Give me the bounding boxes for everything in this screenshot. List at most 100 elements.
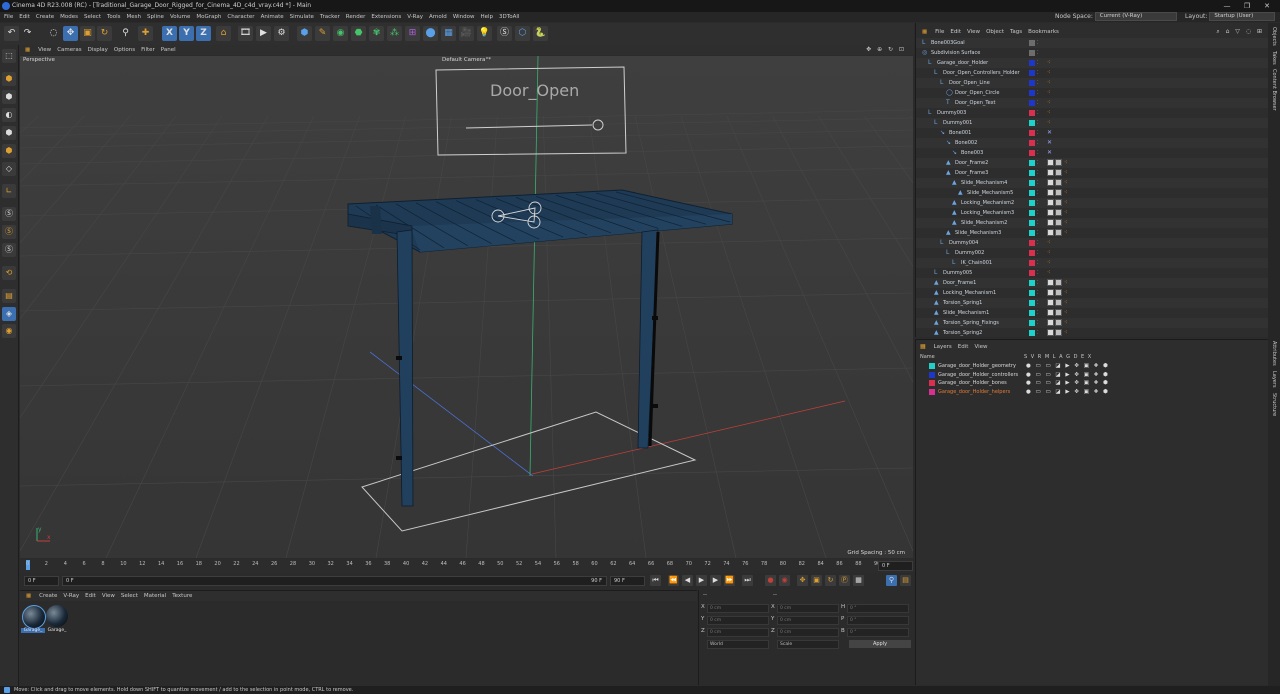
model-mode-icon[interactable]: ⬢ [2, 72, 16, 86]
layer-color-swatch[interactable] [1029, 70, 1035, 76]
cloner-icon[interactable]: ✾ [369, 26, 384, 41]
layer-row[interactable]: Garage_door_Holder_controllers ● ▭ ▭ ◪ ▶ … [916, 371, 1268, 379]
workplane-icon[interactable]: ◐ [2, 108, 16, 122]
layer-flag-icons[interactable]: ● ▭ ▭ ◪ ▶ ✥ ▣ ✚ ⬢ [1026, 379, 1109, 387]
display-tag-icon[interactable]: ⁖ [1047, 120, 1052, 126]
layer-color-swatch[interactable] [1029, 260, 1035, 266]
vray-tag-icon[interactable]: ⁖ [1064, 180, 1069, 186]
layer-color-swatch[interactable] [1029, 220, 1035, 226]
python-icon[interactable]: 🐍 [533, 26, 548, 41]
viewport-menu-cameras[interactable]: Cameras [57, 45, 81, 55]
locked-workplane-icon[interactable]: ⟲ [2, 266, 16, 280]
visibility-dots-icon[interactable]: ⁚ [1037, 48, 1039, 58]
menu-modes[interactable]: Modes [60, 12, 78, 22]
vray-tag-icon[interactable]: ⁖ [1064, 220, 1069, 226]
render-view-icon[interactable]: 🎞 [238, 26, 253, 41]
viewport-menu-options[interactable]: Options [114, 45, 135, 55]
render-settings-icon[interactable]: ⚙ [274, 26, 289, 41]
object-menu-file[interactable]: File [935, 27, 944, 37]
viewport-menu-view[interactable]: View [38, 45, 51, 55]
layer-color-swatch[interactable] [1029, 150, 1035, 156]
texture-tag-icon[interactable] [1055, 309, 1062, 316]
texture-tag-icon[interactable] [1055, 169, 1062, 176]
layer-color-swatch[interactable] [1029, 310, 1035, 316]
object-menu-view[interactable]: View [967, 27, 980, 37]
visibility-dots-icon[interactable]: ⁚ [1037, 188, 1039, 198]
axis-mode-icon[interactable]: ∟ [2, 184, 16, 198]
display-tag-icon[interactable]: ⁖ [1047, 70, 1052, 76]
field-icon[interactable]: ⬤ [423, 26, 438, 41]
object-row[interactable]: L Dummy005 ⁚ ⁖ [916, 268, 1268, 278]
texture-tag-icon[interactable] [1055, 299, 1062, 306]
layer-color-swatch[interactable] [1029, 320, 1035, 326]
object-row[interactable]: ▲ Door_Frame2 ⁚ ⁖ [916, 158, 1268, 168]
texture-tag-icon[interactable] [1055, 229, 1062, 236]
visibility-dots-icon[interactable]: ⁚ [1037, 98, 1039, 108]
material-tag-icon[interactable] [1047, 189, 1054, 196]
layer-color-swatch[interactable] [1029, 130, 1035, 136]
mograph-icon[interactable]: ⁂ [387, 26, 402, 41]
tab-objects[interactable]: Objects [1271, 27, 1277, 46]
cube-object-icon[interactable]: ⬢ [297, 26, 312, 41]
layer-flag-icons[interactable]: ● ▭ ▭ ◪ ▶ ✥ ▣ ✚ ⬢ [1026, 388, 1109, 396]
material-tag-icon[interactable] [1047, 169, 1054, 176]
add-object-icon[interactable]: ✚ [138, 26, 153, 41]
display-tag-icon[interactable]: ⁖ [1047, 240, 1052, 246]
visibility-dots-icon[interactable]: ⁚ [1037, 118, 1039, 128]
texture-tag-icon[interactable] [1055, 319, 1062, 326]
subdivision-surface-icon[interactable]: ◉ [333, 26, 348, 41]
material-menu-edit[interactable]: Edit [85, 591, 96, 601]
visibility-dots-icon[interactable]: ⁚ [1037, 308, 1039, 318]
display-tag-icon[interactable]: ⁖ [1047, 60, 1052, 66]
object-row[interactable]: ▲ Torsion_Spring_Fixings ⁚ ⁖ [916, 318, 1268, 328]
texture-tag-icon[interactable] [1055, 179, 1062, 186]
menu-animate[interactable]: Animate [261, 12, 284, 22]
visibility-dots-icon[interactable]: ⁚ [1037, 238, 1039, 248]
y-axis-lock-button[interactable]: Y [179, 26, 194, 41]
object-row[interactable]: ▲ Locking_Mechanism2 ⁚ ⁖ [916, 198, 1268, 208]
play-icon[interactable]: ▶ [696, 575, 707, 586]
layer-menu-view[interactable]: View [974, 344, 987, 350]
viewport-menu-panel[interactable]: Panel [161, 45, 176, 55]
close-button[interactable]: ✕ [1257, 0, 1277, 12]
viewport-navigation-icons[interactable]: ✥ ⊕ ↻ ⊡ [866, 45, 906, 55]
visibility-dots-icon[interactable]: ⁚ [1037, 258, 1039, 268]
object-row[interactable]: L Door_Open_Controllers_Holder ⁚ ⁖ [916, 68, 1268, 78]
layout-dropdown[interactable]: Startup (User) [1209, 12, 1276, 21]
preview-range-slider[interactable]: 0 F 90 F [62, 576, 607, 586]
vray-tag-icon[interactable]: ⁖ [1064, 160, 1069, 166]
viewport-options-icon[interactable]: ▦ [25, 45, 30, 55]
layer-color-swatch[interactable] [1029, 90, 1035, 96]
material-swatch-1[interactable] [22, 605, 46, 629]
visibility-dots-icon[interactable]: ⁚ [1037, 148, 1039, 158]
layer-color-swatch[interactable] [1029, 100, 1035, 106]
key-scale-icon[interactable]: ▣ [811, 575, 822, 586]
undo-icon[interactable]: ↶ [4, 26, 19, 41]
object-row[interactable]: ▲ Slide_Mechanism4 ⁚ ⁖ [916, 178, 1268, 188]
ik-tag-icon[interactable]: ✕ [1047, 130, 1052, 136]
texture-tag-icon[interactable] [1055, 199, 1062, 206]
viewport-menu-filter[interactable]: Filter [141, 45, 155, 55]
object-row[interactable]: L Dummy002 ⁚ ⁖ [916, 248, 1268, 258]
material-tag-icon[interactable] [1047, 179, 1054, 186]
layer-color-swatch[interactable] [1029, 120, 1035, 126]
object-row[interactable]: L Dummy004 ⁚ ⁖ [916, 238, 1268, 248]
apply-button[interactable]: Apply [849, 640, 911, 648]
material-tag-icon[interactable] [1047, 199, 1054, 206]
menu-window[interactable]: Window [453, 12, 475, 22]
menu-3dtoall[interactable]: 3DToAll [499, 12, 519, 22]
autokey-icon[interactable]: ◉ [779, 575, 790, 586]
layer-color-swatch[interactable] [1029, 190, 1035, 196]
motion-system-icon[interactable]: ⚲ [886, 575, 897, 586]
layer-flag-icons[interactable]: ● ▭ ▭ ◪ ▶ ✥ ▣ ✚ ⬢ [1026, 371, 1109, 379]
menu-simulate[interactable]: Simulate [290, 12, 314, 22]
layer-color-swatch[interactable] [929, 371, 935, 378]
camera-label[interactable]: Default Camera°* [442, 57, 491, 63]
layer-color-swatch[interactable] [1029, 210, 1035, 216]
object-row[interactable]: ◎ Subdivision Surface ⁚ [916, 48, 1268, 58]
maximize-button[interactable]: ❐ [1237, 0, 1257, 12]
object-menu-bookmarks[interactable]: Bookmarks [1028, 27, 1059, 37]
display-tag-icon[interactable]: ⁖ [1047, 260, 1052, 266]
minimize-button[interactable]: — [1217, 0, 1237, 12]
layer-color-swatch[interactable] [1029, 40, 1035, 46]
